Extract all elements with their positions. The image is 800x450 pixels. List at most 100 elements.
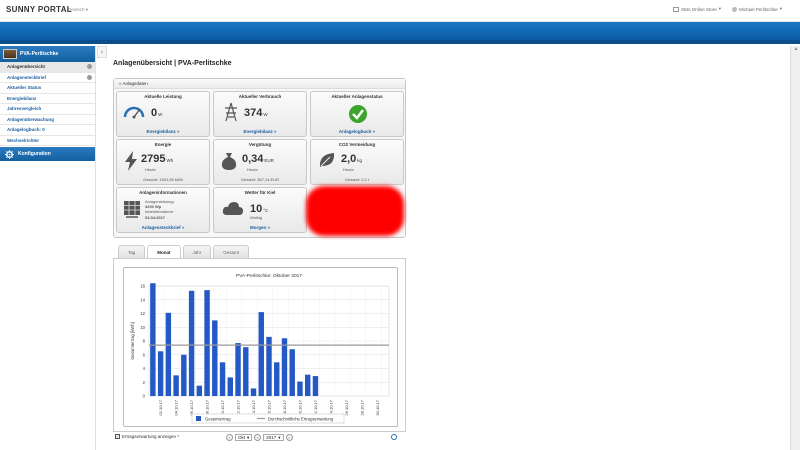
current-power-value: 0W	[151, 107, 163, 119]
expectation-checkbox[interactable]: ✓ Ertragserwartung anzeigen *	[115, 434, 179, 439]
tile-current-consumption: Aktueller Verbrauch 374W Energiebilanz »	[213, 91, 307, 137]
refresh-icon[interactable]	[87, 64, 92, 70]
month-select[interactable]: Okt ▾	[235, 434, 253, 441]
x-tick-label: 18.10.17	[282, 399, 287, 415]
chevron-left-icon: ‹	[100, 48, 104, 56]
y-tick-label: 6	[143, 352, 146, 357]
y-tick-label: 2	[143, 380, 146, 385]
temperature-value: 10°C	[250, 203, 269, 215]
x-tick-label: 02.10.17	[158, 399, 163, 415]
nav-bar-shadow	[0, 40, 800, 44]
refresh-icon[interactable]	[87, 74, 92, 80]
tab-tag[interactable]: Tag	[118, 245, 146, 258]
gauge-icon	[123, 106, 145, 119]
tab-monat[interactable]: Monat	[147, 245, 181, 259]
sidebar-item-5[interactable]: Anlagenüberwachung	[0, 115, 95, 125]
x-tick-label: 08.10.17	[204, 399, 209, 415]
nav-bar	[0, 22, 800, 40]
logo[interactable]: SUNNY PORTAL	[6, 5, 72, 14]
checkbox-box[interactable]: ✓	[115, 434, 120, 439]
bar	[266, 336, 272, 396]
sidebar-item-label: Anlagelogbuch: 0	[7, 127, 45, 133]
x-tick-label: 10.10.17	[220, 399, 225, 415]
solar-panel-icon	[124, 201, 140, 218]
tile-co2: CO2 Vermeidung 2,0kg Heute Gesamt: 2,0 t	[310, 139, 404, 185]
leaf-icon	[319, 153, 335, 167]
panel-header[interactable]: » Anlagedaten	[114, 79, 405, 89]
bar	[219, 362, 226, 396]
energy-balance-link-2[interactable]: Energiebilanz »	[214, 129, 306, 134]
sidebar-config[interactable]: Konfiguration	[0, 147, 95, 161]
logbook-link[interactable]: Anlagelogbuch »	[311, 129, 403, 134]
x-tick-label: 04.10.17	[173, 399, 178, 415]
year-value: 2017	[266, 435, 277, 440]
tile-title: Energie	[154, 142, 172, 147]
next-year-button[interactable]: ›	[285, 434, 293, 441]
user-menu[interactable]: Michael Perlitschke ▾	[732, 6, 782, 12]
tile-plant-status: Aktueller Anlagenstatus Anlagelogbuch »	[310, 91, 404, 137]
sidebar-item-label: Anlagensteckbrief	[7, 74, 47, 80]
period-tabs: Tag Monat Jahr Gesamt	[118, 245, 250, 259]
store-label: SMA Online Store	[681, 6, 717, 12]
plant-profile-link[interactable]: Anlagensteckbrief »	[117, 225, 209, 230]
bar	[312, 376, 319, 396]
y-tick-label: 4	[143, 366, 146, 371]
top-bar: SUNNY PORTAL Deutsch ▾ SMA Online Store …	[0, 0, 800, 22]
store-icon	[673, 6, 679, 12]
year-select[interactable]: 2017 ▾	[263, 434, 284, 441]
tab-jahr[interactable]: Jahr	[182, 245, 212, 258]
sidebar-item-6[interactable]: Anlagelogbuch: 0	[0, 125, 95, 136]
sidebar-item-2[interactable]: Aktueller Status	[0, 83, 95, 94]
collapse-sidebar-button[interactable]: ‹	[97, 46, 107, 58]
compensation-period: Heute	[247, 167, 258, 172]
x-tick-label: 06.10.17	[189, 399, 194, 415]
bar	[188, 290, 195, 396]
bar	[227, 377, 233, 396]
language-select[interactable]: Deutsch ▾	[68, 7, 88, 13]
chevron-right-icon: ›	[288, 435, 290, 440]
tomorrow-link[interactable]: Morgen »	[214, 225, 306, 230]
energy-total: Gesamt: 1901,59 kWh	[143, 177, 183, 182]
bar	[243, 347, 249, 396]
y-axis-label: Gesamtertrag [kWh]	[130, 322, 135, 359]
chart-title: PVA-Perlitschke: Oktober 2017	[236, 273, 302, 279]
month-value: Okt	[238, 435, 246, 440]
y-tick-label: 14	[140, 297, 145, 302]
bar	[204, 290, 210, 396]
vertical-scrollbar[interactable]: ▲	[790, 46, 800, 450]
plant-name: PVA-Perlitschke	[20, 51, 59, 57]
next-button[interactable]: ›	[254, 434, 262, 441]
tile-title: Vergütung	[248, 142, 272, 147]
sidebar-plant-header[interactable]: PVA-Perlitschke	[0, 46, 95, 62]
prev-button[interactable]: ‹	[226, 434, 233, 441]
bar	[250, 388, 257, 396]
compensation-total: Gesamt: 357,14 EUR	[240, 177, 280, 182]
tile-title: Aktueller Verbrauch	[238, 94, 282, 99]
bar	[173, 375, 179, 396]
scroll-up-arrow[interactable]: ▲	[791, 46, 800, 54]
y-tick-label: 0	[143, 394, 146, 399]
cloud-icon	[222, 202, 243, 215]
store-link[interactable]: SMA Online Store ▾	[673, 6, 721, 12]
page-title: Anlagenübersicht | PVA-Perlitschke	[113, 60, 232, 67]
sidebar-item-4[interactable]: Jahresvergleich	[0, 104, 95, 115]
check-icon	[349, 105, 367, 123]
x-tick-label: 14.10.17	[251, 399, 256, 415]
tile-energy: Energie 2795Wh Heute Gesamt: 1901,59 kWh	[116, 139, 210, 185]
bar	[305, 374, 311, 396]
energy-balance-link[interactable]: Energiebilanz »	[117, 129, 209, 134]
tile-current-power: Aktuelle Leistung 0W Energiebilanz »	[116, 91, 210, 137]
sidebar-item-3[interactable]: Energiebilanz	[0, 94, 95, 104]
chart-settings-icon[interactable]	[391, 434, 397, 440]
sidebar-item-label: Aktueller Status	[7, 85, 42, 91]
current-consumption-value: 374W	[244, 107, 268, 119]
sidebar-item-0[interactable]: Anlagenübersicht	[0, 62, 95, 73]
legend-label: Durchschnittliche Ertragserwartung	[268, 416, 334, 421]
plant-thumbnail	[3, 49, 17, 59]
bar	[150, 283, 156, 396]
tab-gesamt[interactable]: Gesamt	[213, 245, 250, 258]
sidebar-item-7[interactable]: Wechselrichter	[0, 136, 95, 146]
redacted-area	[306, 186, 404, 236]
bar	[212, 320, 218, 396]
sidebar-item-1[interactable]: Anlagensteckbrief	[0, 73, 95, 83]
